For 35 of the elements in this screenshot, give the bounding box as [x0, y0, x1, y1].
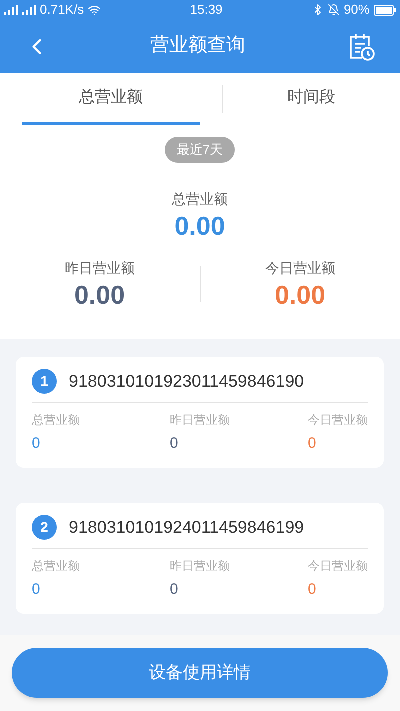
device-card[interactable]: 1 9180310101923011459846190 总营业额 0 昨日营业额 0 今日营业额 0: [16, 356, 384, 468]
device-id: 9180310101924011459846199: [69, 516, 304, 538]
summary-value: 0.00: [74, 278, 126, 310]
summary-label: 总营业额: [172, 190, 228, 208]
stat-label: 昨日营业额: [170, 412, 231, 429]
summary-value: 0.00: [274, 278, 326, 310]
stat-value: 0: [32, 434, 42, 454]
summary-label: 今日营业额: [265, 258, 336, 278]
signal-icon: [4, 5, 18, 15]
bell-off-icon: [328, 4, 340, 16]
device-id: 9180310101923011459846190: [69, 370, 304, 392]
stat-value: 0: [170, 580, 180, 600]
index-badge: 1: [32, 368, 57, 394]
stat-label: 总营业额: [32, 558, 81, 575]
summary-label: 昨日营业额: [64, 258, 135, 278]
wifi-icon: [88, 4, 102, 16]
battery-level: 90%: [344, 1, 370, 20]
signal-icon: [22, 5, 36, 15]
page-title: 营业额查询: [150, 34, 246, 58]
stat-label: 总营业额: [32, 412, 81, 429]
summary-value: 0.00: [174, 210, 226, 242]
stat-value: 0: [170, 434, 180, 454]
stat-value: 0: [32, 580, 42, 600]
tab[interactable]: 总营业额: [22, 73, 200, 125]
index-badge: 2: [32, 514, 57, 540]
stat-label: 今日营业额: [308, 412, 368, 429]
tab[interactable]: 时间段: [222, 73, 400, 125]
stat-value: 0: [308, 580, 318, 600]
network-speed: 0.71K/s: [40, 1, 84, 20]
device-card[interactable]: 2 9180310101924011459846199 总营业额 0 昨日营业额 0 今日营业额 0: [16, 502, 384, 614]
battery-icon: [374, 4, 396, 16]
stat-label: 昨日营业额: [170, 558, 231, 575]
stat-label: 今日营业额: [308, 558, 368, 575]
stat-value: 0: [308, 434, 318, 454]
clock: 15:39: [190, 1, 223, 20]
